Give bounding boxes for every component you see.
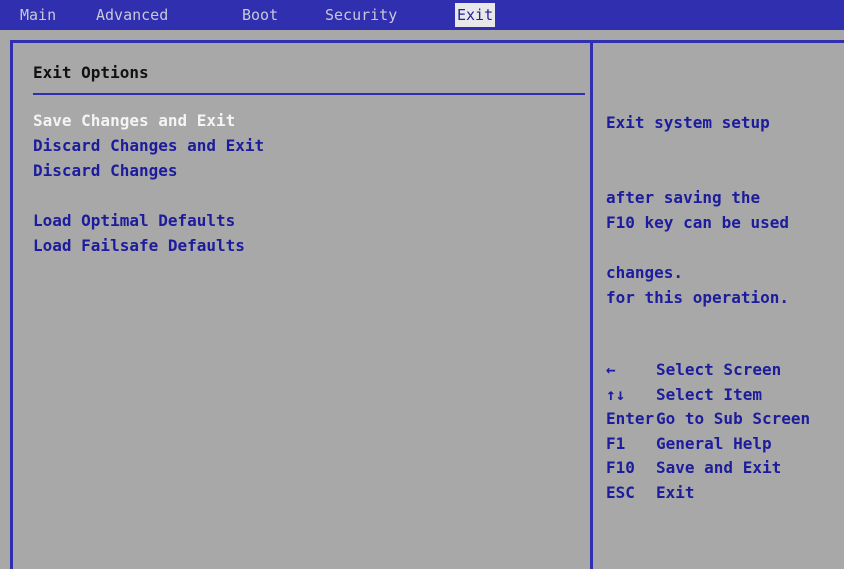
key-label: F10: [606, 458, 635, 477]
key-label: Enter: [606, 409, 655, 428]
help-note: F10 key can be used for this operation.: [606, 160, 789, 335]
key-action: Exit: [656, 482, 695, 502]
tab-advanced[interactable]: Advanced: [96, 3, 168, 27]
key-row: ESC Exit: [606, 481, 810, 506]
option-discard-changes[interactable]: Discard Changes: [33, 161, 178, 180]
help-line: Exit system setup: [606, 113, 770, 132]
option-save-changes-and-exit[interactable]: Save Changes and Exit: [33, 111, 235, 130]
key-row: Enter Go to Sub Screen: [606, 407, 810, 432]
section-rule: [33, 93, 585, 95]
tab-boot[interactable]: Boot: [242, 3, 278, 27]
key-row: ↑↓ Select Item: [606, 383, 810, 408]
key-action: Select Item: [656, 384, 762, 404]
option-discard-changes-and-exit[interactable]: Discard Changes and Exit: [33, 136, 264, 155]
key-action: Select Screen: [656, 360, 782, 379]
help-line: F10 key can be used: [606, 213, 790, 232]
up-down-arrow-icon: ↑↓: [606, 384, 626, 404]
key-action: Go to Sub Screen: [656, 409, 811, 428]
key-legend: ← Select Screen ↑↓ Select Item Enter Go …: [606, 358, 810, 505]
left-arrow-icon: ←: [606, 360, 616, 379]
option-load-failsafe-defaults[interactable]: Load Failsafe Defaults: [33, 236, 245, 255]
key-row: F1 General Help: [606, 432, 810, 457]
help-line: for this operation.: [606, 288, 790, 307]
tab-exit[interactable]: Exit: [455, 3, 496, 27]
section-title: Exit Options: [33, 63, 149, 82]
tab-security[interactable]: Security: [325, 3, 397, 27]
key-label: ESC: [606, 482, 635, 502]
key-action: Save and Exit: [656, 458, 782, 477]
menu-bar: Main Advanced Boot Security Exit: [0, 0, 844, 30]
option-load-optimal-defaults[interactable]: Load Optimal Defaults: [33, 211, 235, 230]
pane-divider: [590, 43, 593, 569]
key-label: F1: [606, 433, 626, 453]
key-row: F10 Save and Exit: [606, 456, 810, 481]
key-action: General Help: [656, 433, 772, 453]
tab-main[interactable]: Main: [20, 3, 56, 27]
exit-options-pane: Exit Options Save Changes and Exit Disca…: [13, 43, 590, 569]
key-row: ← Select Screen: [606, 358, 810, 383]
